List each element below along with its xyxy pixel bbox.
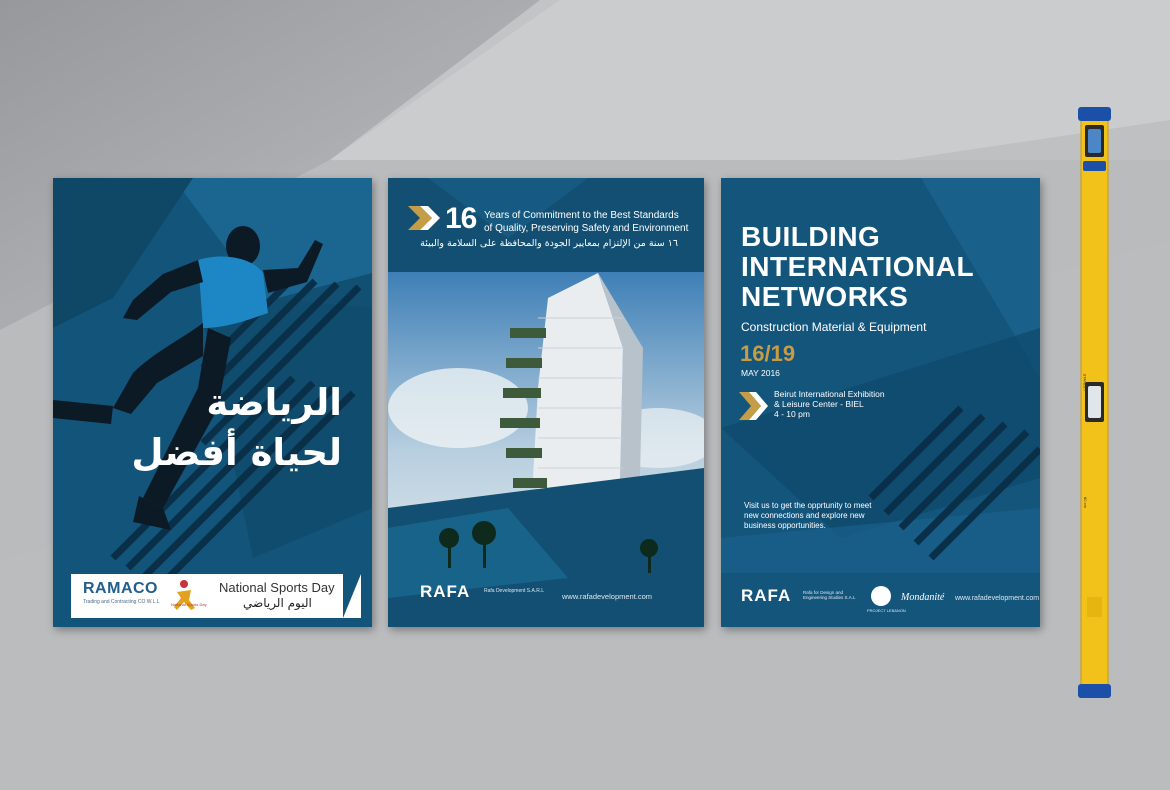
title-line-1: BUILDING bbox=[741, 221, 881, 252]
partner-mondanite: Mondanité bbox=[901, 592, 945, 603]
event-mark-caption: National Sports Day bbox=[171, 602, 207, 607]
venue-line-1: Beirut International Exhibition bbox=[774, 389, 885, 399]
event-name-english: National Sports Day bbox=[219, 580, 335, 595]
visit-line-1: Visit us to get the opprtunity to meet bbox=[744, 501, 872, 510]
exhibition-poster: BUILDING INTERNATIONAL NETWORKS Construc… bbox=[721, 178, 1040, 627]
sports-day-poster: الرياضة لحياة أفضل RAMACO Trading and Co… bbox=[53, 178, 372, 627]
level-brand-label: STANLEY bbox=[1082, 373, 1088, 392]
visit-line-2: new connections and explore new bbox=[744, 511, 865, 520]
headline-line-2: لحياة أفضل bbox=[131, 431, 342, 474]
exhibition-dates: 16/19 bbox=[740, 341, 796, 366]
headline-arabic: ١٦ سنة من الإلتزام بمعايير الجودة والمحا… bbox=[420, 238, 678, 249]
venue-line-2: & Leisure Center - BIEL bbox=[774, 399, 864, 409]
venue-line-3: 4 - 10 pm bbox=[774, 409, 810, 419]
visit-line-3: business opportunities. bbox=[744, 521, 826, 530]
headline-line-2: of Quality, Preserving Safety and Enviro… bbox=[484, 223, 689, 234]
rafa-anniversary-poster: 16 Years of Commitment to the Best Stand… bbox=[388, 178, 704, 627]
headline-line-1: الرياضة bbox=[206, 381, 342, 424]
level-length-label: 80 cm bbox=[1082, 497, 1088, 508]
sports-headline: الرياضة لحياة أفضل bbox=[131, 378, 342, 478]
event-name-arabic: اليوم الرياضي bbox=[243, 596, 312, 610]
website-link: www.rafadevelopment.com bbox=[562, 592, 653, 601]
exhibition-month: MAY 2016 bbox=[741, 368, 780, 378]
rafa-logo: RAFA bbox=[741, 586, 792, 605]
exhibition-venue: Beirut International Exhibition & Leisur… bbox=[774, 389, 885, 419]
rafa-logo: RAFA bbox=[420, 582, 471, 601]
website-link: www.rafadevelopment.com bbox=[955, 595, 1040, 602]
national-sports-day-icon bbox=[174, 580, 195, 610]
years-number: 16 bbox=[445, 202, 477, 235]
sponsor-footer: RAMACO Trading and Contracting CO W.L.L … bbox=[71, 574, 361, 618]
rafa-logo-caption: Rafa Development S.A.R.L bbox=[484, 588, 545, 594]
headline-line-1: Years of Commitment to the Best Standard… bbox=[484, 210, 679, 221]
spirit-level-tool bbox=[1078, 107, 1111, 698]
partner-project-lebanon: PROJECT LEBANON bbox=[867, 608, 906, 613]
ramaco-logo: RAMACO bbox=[83, 580, 158, 597]
exhibition-title: BUILDING INTERNATIONAL NETWORKS bbox=[741, 222, 974, 312]
title-line-3: NETWORKS bbox=[741, 281, 909, 312]
rafa-logo-caption: Rafa for Design and Engineering Studies … bbox=[803, 590, 856, 600]
ramaco-tagline: Trading and Contracting CO W.L.L bbox=[83, 599, 160, 605]
title-line-2: INTERNATIONAL bbox=[741, 251, 975, 282]
visit-message: Visit us to get the opprtunity to meet n… bbox=[744, 501, 871, 531]
exhibition-subtitle: Construction Material & Equipment bbox=[741, 320, 927, 334]
